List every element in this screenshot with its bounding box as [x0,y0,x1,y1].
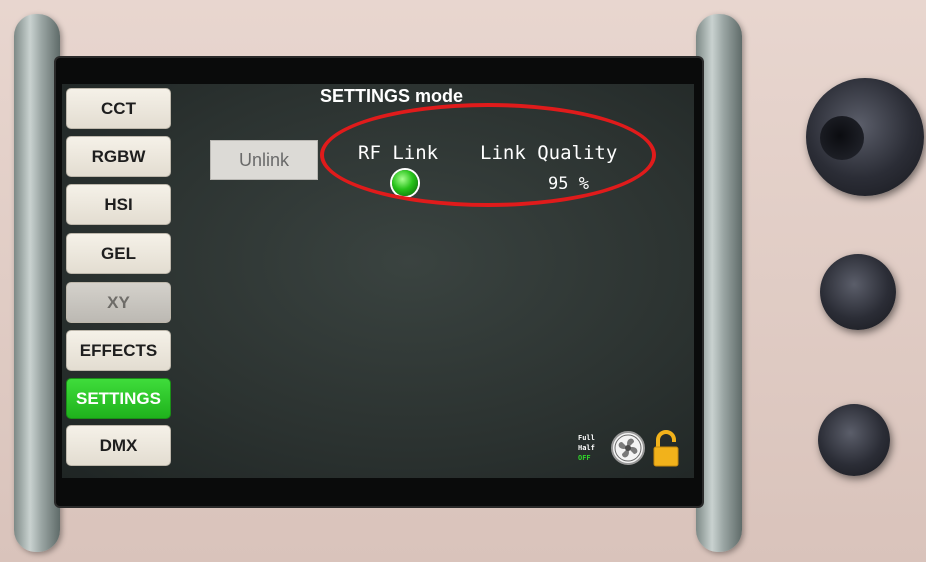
mode-button-cct[interactable]: CCT [66,88,171,129]
fan-icon [611,431,645,465]
mode-button-dmx[interactable]: DMX [66,425,171,466]
touch-screen: SETTINGS mode CCT RGBW HSI GEL XY EFFECT… [62,84,694,478]
fan-mode-half: Half [578,444,595,452]
mode-button-rgbw[interactable]: RGBW [66,136,171,177]
rf-link-status-led [392,170,418,196]
link-quality-value: 95 % [548,174,589,194]
top-control-knob[interactable] [806,78,924,196]
bottom-control-knob[interactable] [818,404,890,476]
middle-control-knob[interactable] [820,254,896,330]
unlink-button[interactable]: Unlink [210,140,318,180]
fan-mode-full: Full [578,434,595,442]
fan-mode-off: OFF [578,454,591,462]
page-title: SETTINGS mode [320,86,464,106]
left-handle [14,14,60,552]
right-handle [696,14,742,552]
mode-button-settings[interactable]: SETTINGS [66,378,171,419]
rf-link-label: RF Link [358,142,439,164]
padlock-open-icon[interactable] [652,430,680,468]
device-housing: SETTINGS mode CCT RGBW HSI GEL XY EFFECT… [0,0,926,562]
mode-button-xy[interactable]: XY [66,282,171,323]
mode-button-effects[interactable]: EFFECTS [66,330,171,371]
mode-button-gel[interactable]: GEL [66,233,171,274]
mode-button-hsi[interactable]: HSI [66,184,171,225]
knob-finger-dimple [820,116,864,160]
link-quality-label: Link Quality [480,142,618,164]
